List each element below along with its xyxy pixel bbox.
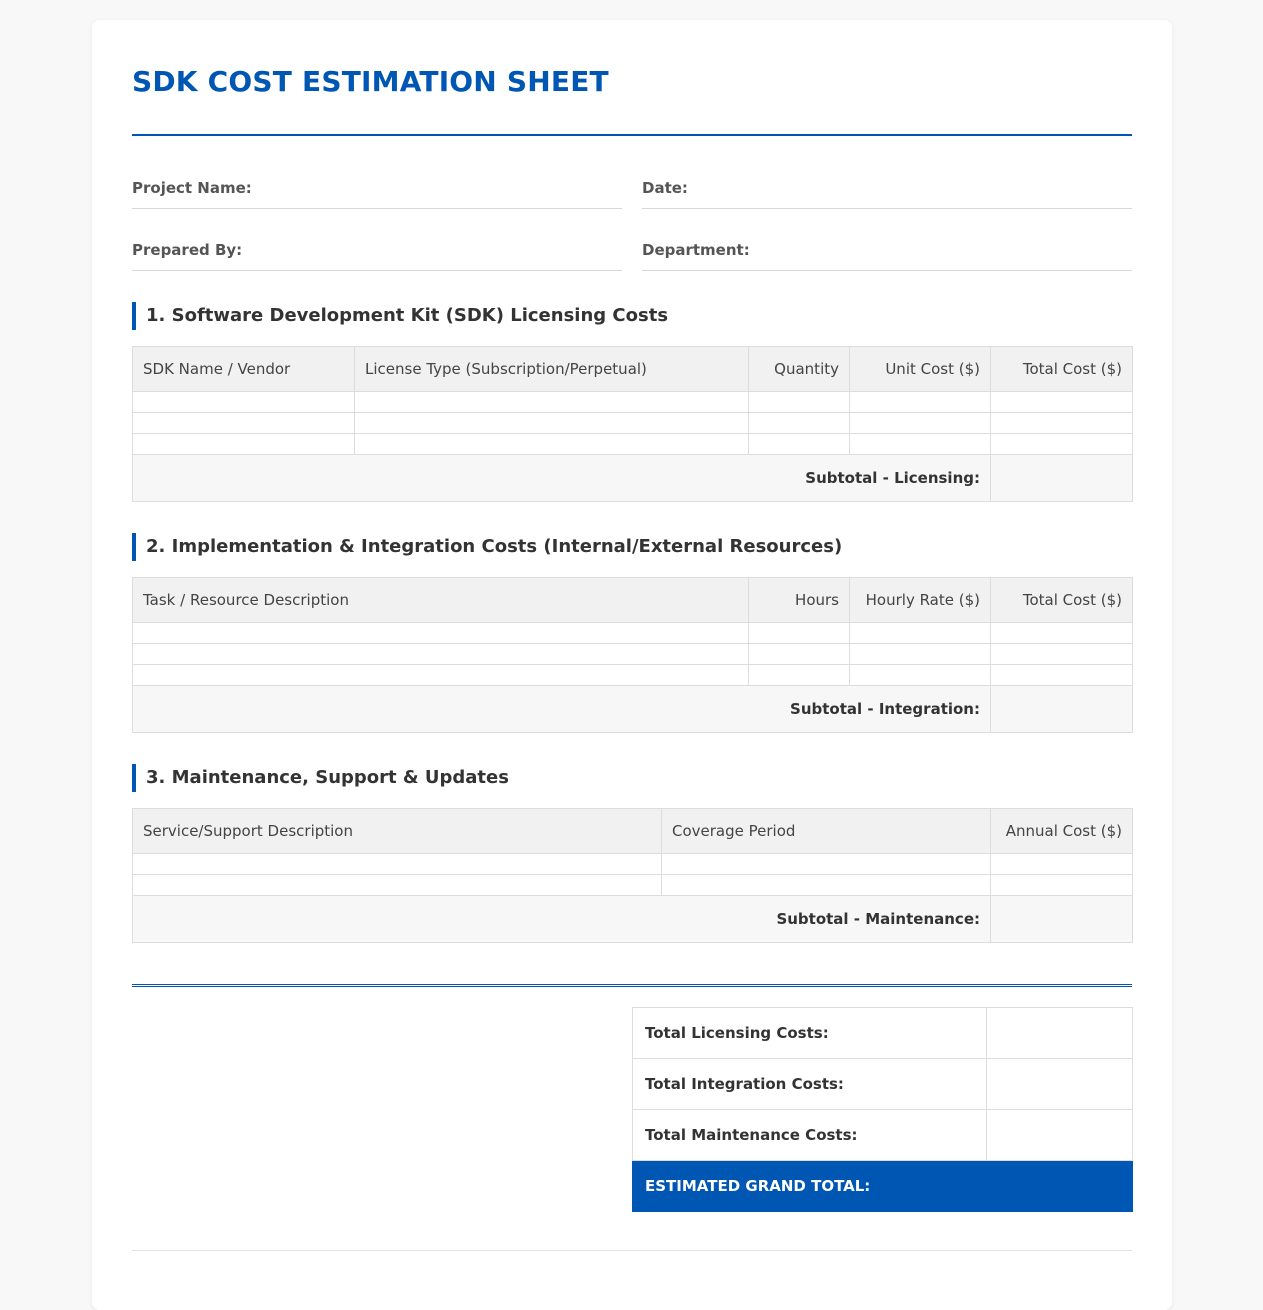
table-row bbox=[132, 643, 1133, 665]
section-heading-maintenance: 3. Maintenance, Support & Updates bbox=[132, 764, 509, 792]
table-cell[interactable] bbox=[849, 664, 991, 686]
date-label: Date: bbox=[642, 179, 688, 197]
table-cell[interactable] bbox=[990, 433, 1133, 455]
table-cell[interactable] bbox=[132, 391, 355, 413]
table-cell[interactable] bbox=[748, 433, 850, 455]
title-divider bbox=[132, 134, 1132, 136]
page-title: SDK COST ESTIMATION SHEET bbox=[132, 65, 609, 98]
total-row-licensing: Total Licensing Costs: bbox=[632, 1007, 1133, 1059]
table-cell[interactable] bbox=[849, 412, 991, 434]
column-header: Hourly Rate ($) bbox=[849, 577, 991, 623]
department-field[interactable]: Department: bbox=[642, 232, 1132, 271]
table-cell[interactable] bbox=[132, 874, 662, 896]
total-row-maintenance: Total Maintenance Costs: bbox=[632, 1109, 1133, 1161]
prepared-by-field[interactable]: Prepared By: bbox=[132, 232, 622, 271]
section-heading-licensing: 1. Software Development Kit (SDK) Licens… bbox=[132, 302, 668, 330]
table-cell[interactable] bbox=[849, 391, 991, 413]
column-header: License Type (Subscription/Perpetual) bbox=[354, 346, 749, 392]
table-cell[interactable] bbox=[132, 433, 355, 455]
column-header: SDK Name / Vendor bbox=[132, 346, 355, 392]
grand-total-row: ESTIMATED GRAND TOTAL: bbox=[632, 1160, 1133, 1212]
total-maintenance-value[interactable] bbox=[986, 1109, 1133, 1161]
totals-divider bbox=[132, 984, 1132, 987]
integration-table: Task / Resource Description Hours Hourly… bbox=[132, 577, 1133, 733]
total-licensing-value[interactable] bbox=[986, 1007, 1133, 1059]
table-cell[interactable] bbox=[748, 412, 850, 434]
column-header: Total Cost ($) bbox=[990, 346, 1133, 392]
table-cell[interactable] bbox=[990, 643, 1133, 665]
table-cell[interactable] bbox=[748, 622, 850, 644]
subtotal-row: Subtotal - Maintenance: bbox=[132, 895, 1133, 943]
table-header-row: SDK Name / Vendor License Type (Subscrip… bbox=[132, 346, 1133, 392]
table-row bbox=[132, 391, 1133, 413]
section-heading-integration: 2. Implementation & Integration Costs (I… bbox=[132, 533, 842, 561]
grand-total-value[interactable] bbox=[986, 1160, 1133, 1212]
table-cell[interactable] bbox=[748, 643, 850, 665]
maintenance-table: Service/Support Description Coverage Per… bbox=[132, 808, 1133, 943]
table-cell[interactable] bbox=[661, 853, 991, 875]
total-row-integration: Total Integration Costs: bbox=[632, 1058, 1133, 1110]
table-cell[interactable] bbox=[990, 391, 1133, 413]
subtotal-value[interactable] bbox=[990, 454, 1133, 502]
table-cell[interactable] bbox=[354, 412, 749, 434]
table-cell[interactable] bbox=[132, 664, 749, 686]
column-header: Hours bbox=[748, 577, 850, 623]
table-cell[interactable] bbox=[354, 433, 749, 455]
subtotal-value[interactable] bbox=[990, 895, 1133, 943]
table-cell[interactable] bbox=[132, 622, 749, 644]
subtotal-label: Subtotal - Licensing: bbox=[132, 454, 991, 502]
table-header-row: Service/Support Description Coverage Per… bbox=[132, 808, 1133, 854]
table-row bbox=[132, 664, 1133, 686]
table-cell[interactable] bbox=[849, 433, 991, 455]
table-row bbox=[132, 433, 1133, 455]
table-row bbox=[132, 874, 1133, 896]
table-cell[interactable] bbox=[990, 412, 1133, 434]
project-name-label: Project Name: bbox=[132, 179, 252, 197]
column-header: Service/Support Description bbox=[132, 808, 662, 854]
total-maintenance-label: Total Maintenance Costs: bbox=[632, 1109, 987, 1161]
date-field[interactable]: Date: bbox=[642, 170, 1132, 209]
table-header-row: Task / Resource Description Hours Hourly… bbox=[132, 577, 1133, 623]
column-header: Annual Cost ($) bbox=[990, 808, 1133, 854]
table-cell[interactable] bbox=[990, 874, 1133, 896]
table-cell[interactable] bbox=[748, 391, 850, 413]
grand-total-label: ESTIMATED GRAND TOTAL: bbox=[632, 1160, 987, 1212]
totals-table: Total Licensing Costs: Total Integration… bbox=[632, 1007, 1133, 1212]
total-licensing-label: Total Licensing Costs: bbox=[632, 1007, 987, 1059]
licensing-table: SDK Name / Vendor License Type (Subscrip… bbox=[132, 346, 1133, 502]
table-cell[interactable] bbox=[748, 664, 850, 686]
department-label: Department: bbox=[642, 241, 750, 259]
table-cell[interactable] bbox=[132, 643, 749, 665]
table-cell[interactable] bbox=[354, 391, 749, 413]
total-integration-value[interactable] bbox=[986, 1058, 1133, 1110]
subtotal-row: Subtotal - Integration: bbox=[132, 685, 1133, 733]
footer-divider bbox=[132, 1250, 1132, 1251]
table-cell[interactable] bbox=[990, 622, 1133, 644]
column-header: Quantity bbox=[748, 346, 850, 392]
prepared-by-label: Prepared By: bbox=[132, 241, 243, 259]
table-cell[interactable] bbox=[990, 664, 1133, 686]
project-name-field[interactable]: Project Name: bbox=[132, 170, 622, 209]
table-cell[interactable] bbox=[849, 643, 991, 665]
table-row bbox=[132, 622, 1133, 644]
column-header: Total Cost ($) bbox=[990, 577, 1133, 623]
subtotal-value[interactable] bbox=[990, 685, 1133, 733]
table-cell[interactable] bbox=[661, 874, 991, 896]
subtotal-label: Subtotal - Integration: bbox=[132, 685, 991, 733]
table-cell[interactable] bbox=[132, 853, 662, 875]
table-cell[interactable] bbox=[849, 622, 991, 644]
total-integration-label: Total Integration Costs: bbox=[632, 1058, 987, 1110]
column-header: Unit Cost ($) bbox=[849, 346, 991, 392]
table-cell[interactable] bbox=[990, 853, 1133, 875]
table-cell[interactable] bbox=[132, 412, 355, 434]
column-header: Task / Resource Description bbox=[132, 577, 749, 623]
cost-estimation-sheet: SDK COST ESTIMATION SHEET Project Name: … bbox=[92, 20, 1172, 1310]
subtotal-label: Subtotal - Maintenance: bbox=[132, 895, 991, 943]
table-row bbox=[132, 412, 1133, 434]
column-header: Coverage Period bbox=[661, 808, 991, 854]
table-row bbox=[132, 853, 1133, 875]
subtotal-row: Subtotal - Licensing: bbox=[132, 454, 1133, 502]
